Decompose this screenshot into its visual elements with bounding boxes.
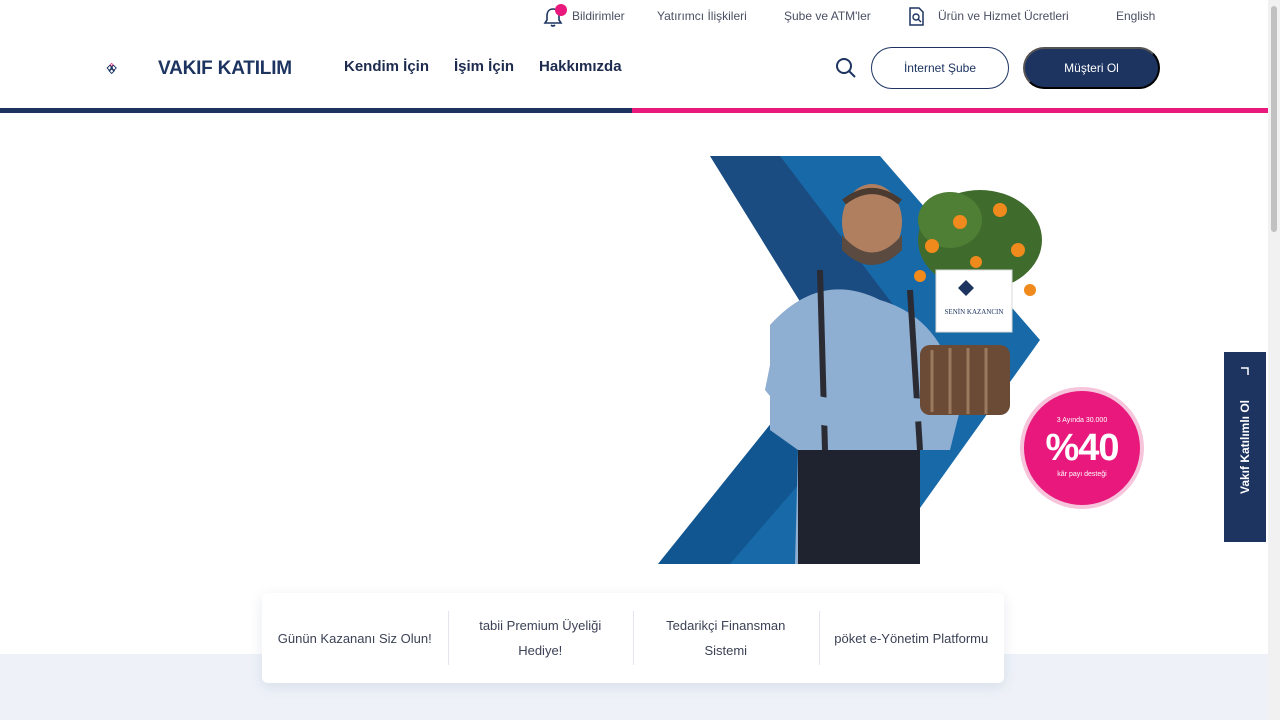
- hero-sign-text: SENİN KAZANCIN: [945, 308, 1004, 316]
- card-daily-winner[interactable]: Günün Kazananı Siz Olun!: [262, 593, 448, 683]
- language-link[interactable]: English: [1116, 9, 1155, 23]
- card-poket-platform[interactable]: pöket e-Yönetim Platformu: [818, 593, 1005, 683]
- side-tab-label: Vakıf Katılımlı Ol: [1238, 399, 1252, 495]
- investor-relations-link[interactable]: Yatırımcı İlişkileri: [657, 9, 747, 23]
- promo-badge[interactable]: 3 Ayında 30.000 %40 kâr payı desteği: [1024, 391, 1140, 505]
- header-stripe-pink: [632, 108, 1268, 113]
- card-label: tabii Premium Üyeliği Hediye!: [479, 618, 602, 658]
- card-label: Tedarikçi Finansman Sistemi: [666, 618, 786, 658]
- notifications-link[interactable]: Bildirimler: [572, 9, 625, 23]
- page: Bildirimler Yatırımcı İlişkileri Şube ve…: [0, 0, 1280, 720]
- search-icon[interactable]: [834, 56, 858, 80]
- corner-arrow-icon: [1241, 367, 1249, 375]
- nav-business[interactable]: İşim İçin: [454, 58, 514, 75]
- logo-icon[interactable]: [106, 44, 156, 92]
- utility-bar: Bildirimler Yatırımcı İlişkileri Şube ve…: [0, 0, 1268, 34]
- nav-about[interactable]: Hakkımızda: [539, 58, 622, 75]
- scrollbar-thumb[interactable]: [1271, 6, 1277, 232]
- scrollbar[interactable]: [1268, 0, 1280, 720]
- card-label: Günün Kazananı Siz Olun!: [277, 630, 432, 646]
- branch-atm-link[interactable]: Şube ve ATM'ler: [784, 9, 871, 23]
- fees-link[interactable]: Ürün ve Hizmet Ücretleri: [938, 9, 1069, 23]
- card-label: pöket e-Yönetim Platformu: [834, 630, 989, 646]
- card-tabii-premium[interactable]: tabii Premium Üyeliği Hediye!: [447, 593, 634, 683]
- notification-dot: [555, 4, 567, 16]
- become-customer-button[interactable]: Müşteri Ol: [1023, 47, 1160, 89]
- feature-cards: Günün Kazananı Siz Olun! tabii Premium Ü…: [262, 593, 1004, 683]
- document-search-icon: [909, 7, 924, 26]
- internet-branch-button[interactable]: İnternet Şube: [871, 47, 1009, 89]
- badge-main-text: %40: [1045, 427, 1119, 469]
- coin-pot: [920, 345, 1010, 415]
- badge-bottom-text: kâr payı desteği: [1057, 471, 1107, 478]
- card-supplier-finance[interactable]: Tedarikçi Finansman Sistemi: [633, 593, 819, 683]
- header-stripe-navy: [0, 108, 632, 113]
- badge-top-text: 3 Ayında 30.000: [1056, 417, 1108, 424]
- side-tab-become-member[interactable]: Vakıf Katılımlı Ol: [1224, 352, 1266, 542]
- nav-personal[interactable]: Kendim İçin: [344, 58, 429, 75]
- hero-image: SENİN KAZANCIN: [658, 156, 1042, 564]
- logo-text[interactable]: VAKIF KATILIM: [158, 58, 292, 80]
